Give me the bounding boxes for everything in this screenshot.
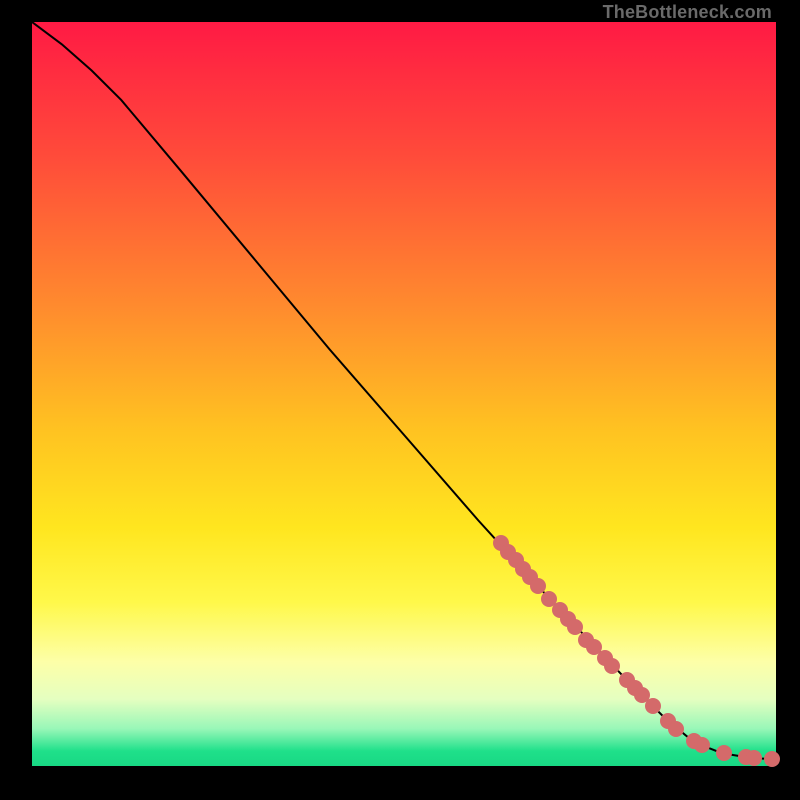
chart-frame: TheBottleneck.com xyxy=(0,0,800,800)
data-point xyxy=(746,750,762,766)
data-point xyxy=(694,737,710,753)
curve-path xyxy=(32,22,776,759)
data-point xyxy=(668,721,684,737)
plot-area xyxy=(32,22,776,766)
curve-svg xyxy=(32,22,776,766)
attribution-label: TheBottleneck.com xyxy=(603,2,772,23)
data-point xyxy=(764,751,780,767)
data-point xyxy=(604,658,620,674)
